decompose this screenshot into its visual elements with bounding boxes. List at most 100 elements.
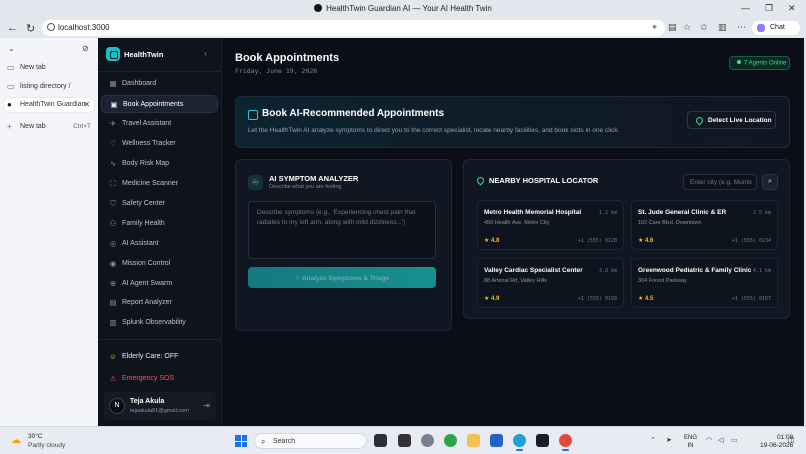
sidebar-item-book-appointments[interactable]: ▣ Book Appointments xyxy=(101,95,218,113)
sidebar-item-safety-center[interactable]: ⛉ Safety Center xyxy=(101,195,218,213)
elderly-care-label: Elderly Care: OFF xyxy=(122,353,179,360)
hospital-address: 102 Care Blvd, Downtown xyxy=(638,220,702,226)
location-icon[interactable]: ⌖ xyxy=(652,22,657,33)
hospital-name: Greenwood Pediatric & Family Clinic xyxy=(638,267,752,274)
sidebar-item-label: Mission Control xyxy=(122,260,171,267)
tab-new-tab[interactable]: ▭ New tab xyxy=(4,61,94,75)
user-profile[interactable]: N Teja Akula tejaakula81@gmail.com ⇥ xyxy=(104,392,216,420)
lang-code: ENG xyxy=(684,435,698,441)
sidebar-item-medicine-scanner[interactable]: ⛶ Medicine Scanner xyxy=(101,175,218,193)
task-view-icon[interactable] xyxy=(374,434,387,447)
store-icon[interactable] xyxy=(490,434,503,447)
plane-icon: ✈ xyxy=(109,119,117,128)
url-text[interactable]: localhost:3000 xyxy=(58,23,110,32)
chat-button[interactable]: Chat xyxy=(752,21,800,35)
edge-icon[interactable] xyxy=(513,434,526,451)
chevron-up-icon[interactable]: ⌃ xyxy=(650,436,656,444)
sidebar-item-family-health[interactable]: ⚇ Family Health xyxy=(101,215,218,233)
address-bar[interactable]: localhost:3000 xyxy=(42,20,665,36)
site-info-icon[interactable] xyxy=(47,23,55,31)
sidebar-item-body-risk-map[interactable]: ∿ Body Risk Map xyxy=(101,155,218,173)
target-icon: ◉ xyxy=(109,259,117,268)
hero-title: Book AI-Recommended Appointments xyxy=(262,108,445,119)
partly-cloudy-icon[interactable]: ☁ xyxy=(11,435,21,446)
tab-label: New tab xyxy=(20,64,46,71)
elderly-care-toggle[interactable]: ☺ Elderly Care: OFF xyxy=(101,348,218,366)
online-dot-icon xyxy=(737,60,741,64)
detect-live-location-button[interactable]: Detect Live Location xyxy=(687,111,776,129)
hospital-distance: 3.8 km xyxy=(598,268,617,274)
split-screen-icon[interactable]: ▥ xyxy=(718,22,727,33)
close-window-icon[interactable]: ✕ xyxy=(788,3,796,14)
hospital-card[interactable]: Valley Cardiac Specialist Center 3.8 km … xyxy=(477,258,624,308)
close-tab-icon[interactable]: ✕ xyxy=(83,100,90,109)
hero-description: Let the HealthTwin AI analyze symptoms t… xyxy=(248,127,620,134)
chrome-icon[interactable] xyxy=(444,434,457,447)
avatar: N xyxy=(109,398,125,414)
weather-description[interactable]: Partly cloudy xyxy=(28,442,65,449)
browser-titlebar: HealthTwin Guardian AI — Your AI Health … xyxy=(0,0,806,18)
battery-icon[interactable]: ▭ xyxy=(731,436,738,444)
sidebar-divider xyxy=(98,339,222,340)
hospital-card[interactable]: Metro Health Memorial Hospital 1.2 km 45… xyxy=(477,200,624,250)
hospital-rating: ★ 4.6 xyxy=(638,238,654,244)
sidebar-item-splunk-observability[interactable]: ▥ Splunk Observability xyxy=(101,314,218,332)
reload-icon[interactable]: ↻ xyxy=(26,22,35,35)
lang-region: IN xyxy=(687,443,694,449)
language-indicator[interactable]: ENG IN xyxy=(684,434,697,450)
back-icon[interactable]: ← xyxy=(7,22,18,34)
chevron-down-icon[interactable]: ⌄ xyxy=(8,44,15,53)
chrome-active-icon[interactable] xyxy=(559,434,572,451)
hospital-card[interactable]: St. Jude General Clinic & ER 2.5 km 102 … xyxy=(631,200,778,250)
sidebar-item-wellness-tracker[interactable]: ♡ Wellness Tracker xyxy=(101,135,218,153)
antigravity-icon[interactable] xyxy=(536,434,549,447)
weather-temperature[interactable]: 30°C xyxy=(28,433,43,440)
search-icon: ⌕ xyxy=(768,178,772,185)
send-icon[interactable]: ➤ xyxy=(666,436,672,444)
pin-off-icon[interactable]: ⊘ xyxy=(82,44,89,53)
wifi-icon[interactable]: ◠ xyxy=(706,436,712,444)
collapse-sidebar-icon[interactable]: ‹ xyxy=(204,49,207,58)
restore-icon[interactable]: ❐ xyxy=(765,3,773,14)
site-favicon-icon xyxy=(314,4,323,12)
extensions-icon[interactable]: ✩ xyxy=(700,22,708,33)
bookmark-star-icon[interactable]: ☆ xyxy=(683,22,691,33)
sidebar: HealthTwin ‹ ▦ Dashboard ▣ Book Appointmen… xyxy=(98,38,222,426)
sidebar-item-ai-agent-swarm[interactable]: ⊕ AI Agent Swarm xyxy=(101,275,218,293)
logout-icon[interactable]: ⇥ xyxy=(203,401,210,410)
city-search-button[interactable]: ⌕ xyxy=(762,174,778,190)
sidebar-item-label: AI Agent Swarm xyxy=(122,280,173,287)
sidebar-item-mission-control[interactable]: ◉ Mission Control xyxy=(101,255,218,273)
notifications-icon[interactable]: ◫ xyxy=(788,436,795,444)
settings-gear-icon[interactable] xyxy=(421,434,434,447)
hospital-name: Metro Health Memorial Hospital xyxy=(484,209,582,216)
sidebar-item-travel-assistant[interactable]: ✈ Travel Assistant xyxy=(101,115,218,133)
reader-mode-icon[interactable]: ▤ xyxy=(668,22,677,33)
volume-icon[interactable]: ◁ xyxy=(718,436,723,444)
analyze-symptoms-button[interactable]: ✧ Analyze Symptoms & Triage xyxy=(248,267,436,288)
page-title: Book Appointments xyxy=(235,52,340,64)
minimize-icon[interactable]: — xyxy=(741,3,750,13)
tab-healthtwin[interactable]: ● HealthTwin Guardian ✕ xyxy=(4,98,94,112)
hospital-card[interactable]: Greenwood Pediatric & Family Clinic 4.1 … xyxy=(631,258,778,308)
vertical-tabs-panel: ⌄ ⊘ ▭ New tab ▭ listing directory / ● Healt… xyxy=(0,38,98,426)
sidebar-item-dashboard[interactable]: ▦ Dashboard xyxy=(101,75,218,93)
globe-icon: ◎ xyxy=(109,239,117,248)
new-tab-button[interactable]: + New tab Ctrl+T xyxy=(4,120,94,134)
analyze-symptoms-label: Analyze Symptoms & Triage xyxy=(301,275,390,282)
hospital-phone: +1 (555) 0167 xyxy=(731,296,771,302)
city-search-input[interactable]: Enter city (e.g. Mumb xyxy=(683,174,757,190)
file-explorer-icon[interactable] xyxy=(467,434,480,447)
healthtwin-favicon-icon: ● xyxy=(7,100,12,109)
emergency-sos-button[interactable]: ⚠ Emergency SOS xyxy=(101,370,218,388)
sidebar-item-ai-assistant[interactable]: ◎ AI Assistant xyxy=(101,235,218,253)
sidebar-item-label: Medicine Scanner xyxy=(122,180,179,187)
tab-listing-directory[interactable]: ▭ listing directory / xyxy=(4,80,94,94)
terminal-icon[interactable] xyxy=(398,434,411,447)
taskbar-search[interactable]: ⌕ Search xyxy=(254,433,367,449)
symptoms-textarea[interactable]: Describe symptoms (e.g., 'Experiencing c… xyxy=(248,201,436,259)
sidebar-item-report-analyzer[interactable]: ▤ Report Analyzer xyxy=(101,294,218,312)
more-menu-icon[interactable]: ⋯ xyxy=(737,22,746,33)
windows-start-icon[interactable] xyxy=(235,435,247,447)
hospital-phone: +1 (555) 0199 xyxy=(577,296,617,302)
